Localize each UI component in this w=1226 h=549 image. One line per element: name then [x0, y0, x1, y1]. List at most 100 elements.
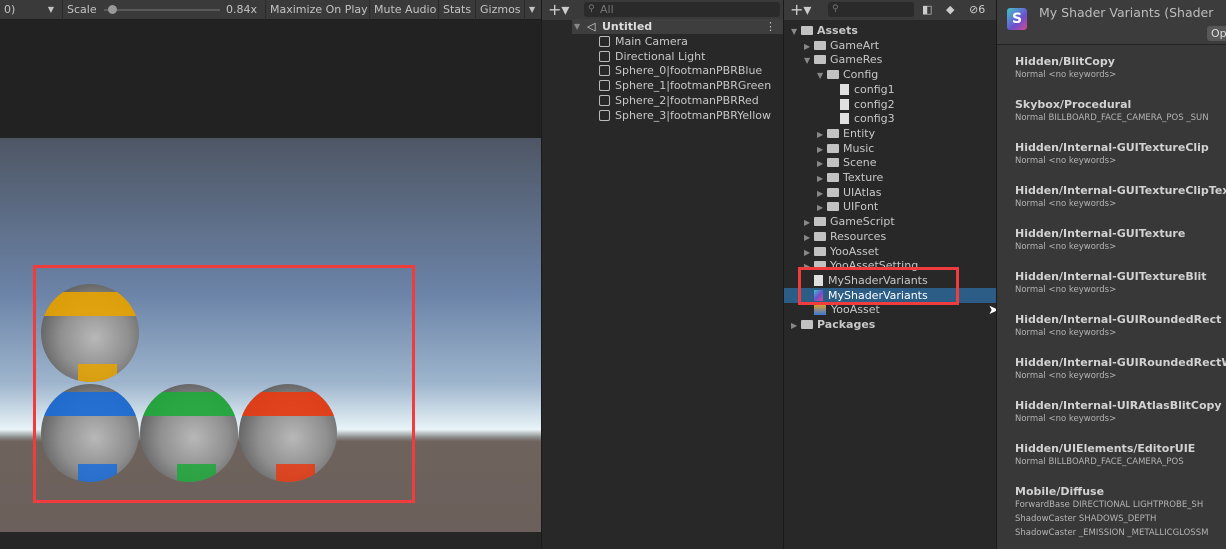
- hidden-packages-icon[interactable]: ⊘6: [969, 3, 985, 16]
- project-item[interactable]: config3: [830, 111, 895, 126]
- highlight-box: [798, 267, 959, 305]
- open-button[interactable]: Op: [1207, 26, 1226, 41]
- add-icon[interactable]: +▾: [790, 0, 811, 19]
- project-item-label: config1: [854, 82, 895, 96]
- hierarchy-item[interactable]: Sphere_3|footmanPBRYellow: [599, 108, 771, 123]
- project-item[interactable]: ▼ Config: [817, 67, 878, 82]
- folder-icon: [827, 202, 839, 212]
- project-item[interactable]: ▶ Packages: [791, 317, 875, 332]
- project-search-input[interactable]: ⚲: [828, 2, 914, 17]
- stats-button[interactable]: Stats: [438, 0, 475, 20]
- scale-label: Scale: [62, 0, 101, 20]
- project-item[interactable]: ▶ YooAsset: [804, 244, 879, 259]
- project-item[interactable]: ▶ GameArt: [804, 38, 879, 53]
- hierarchy-item-label: Sphere_2|footmanPBRRed: [615, 93, 759, 107]
- project-item[interactable]: ▶ UIFont: [817, 199, 878, 214]
- hierarchy-search-input[interactable]: ⚲ All: [584, 2, 780, 17]
- variant-keywords: Normal <no keywords>: [1015, 371, 1117, 381]
- hierarchy-toolbar: +▾ ⚲ All: [542, 0, 784, 20]
- project-item[interactable]: config1: [830, 82, 895, 97]
- gameobject-cube-icon: [599, 80, 610, 92]
- variant-keywords: Normal <no keywords>: [1015, 156, 1117, 166]
- game-footer: [0, 532, 541, 549]
- shader-name: Mobile/Diffuse: [1015, 485, 1105, 498]
- filter-type-icon[interactable]: ◧: [922, 3, 932, 16]
- project-item-label: config3: [854, 112, 895, 126]
- inspector-header: S My Shader Variants (Shader Op: [997, 0, 1226, 45]
- project-item-label: UIFont: [843, 200, 879, 214]
- variant-keywords: Normal <no keywords>: [1015, 285, 1117, 295]
- shader-name: Hidden/BlitCopy: [1015, 55, 1115, 68]
- inspector-title: My Shader Variants (Shader: [1039, 5, 1214, 20]
- scale-slider[interactable]: [104, 9, 220, 11]
- more-options-icon[interactable]: ⋮: [765, 19, 776, 34]
- hierarchy-item[interactable]: Sphere_2|footmanPBRRed: [599, 93, 759, 108]
- gizmos-dropdown-icon[interactable]: ▼: [524, 0, 539, 20]
- scale-slider-handle[interactable]: [107, 5, 117, 14]
- variant-keywords: ForwardBase DIRECTIONAL LIGHTPROBE_SH: [1015, 500, 1204, 510]
- project-item-label: GameRes: [830, 53, 883, 67]
- hierarchy-item[interactable]: Sphere_0|footmanPBRBlue: [599, 63, 762, 78]
- folder-icon: [827, 143, 839, 153]
- search-icon: ⚲: [832, 4, 839, 14]
- expand-arrow-icon[interactable]: ▼: [817, 68, 827, 83]
- project-item[interactable]: ▶ Texture: [817, 170, 883, 185]
- project-item[interactable]: config2: [830, 97, 895, 112]
- hierarchy-item[interactable]: Directional Light: [599, 49, 705, 64]
- shader-name: Hidden/Internal-GUITextureClip: [1015, 141, 1209, 154]
- variant-keywords: Normal <no keywords>: [1015, 242, 1117, 252]
- add-icon[interactable]: +▾: [548, 0, 569, 19]
- project-item-label: GameScript: [830, 215, 895, 229]
- folder-icon: [827, 158, 839, 168]
- label-tag-icon[interactable]: ◆: [946, 3, 954, 16]
- folder-icon: [814, 231, 826, 241]
- variant-keywords: ShadowCaster _EMISSION _METALLICGLOSSM: [1015, 528, 1209, 538]
- project-item[interactable]: ▶ GameScript: [804, 214, 895, 229]
- project-item[interactable]: ▶ Music: [817, 141, 874, 156]
- gameobject-cube-icon: [599, 50, 610, 62]
- gizmos-button[interactable]: Gizmos: [475, 0, 525, 20]
- variant-keywords: Normal <no keywords>: [1015, 328, 1117, 338]
- project-item[interactable]: ▶ Resources: [804, 229, 886, 244]
- hierarchy-item-label: Sphere_0|footmanPBRBlue: [615, 64, 763, 78]
- shader-name: Hidden/Internal-GUITextureBlit: [1015, 270, 1207, 283]
- maximize-on-play-button[interactable]: Maximize On Play: [265, 0, 372, 20]
- folder-icon: [827, 128, 839, 138]
- hierarchy-item-label: Sphere_1|footmanPBRGreen: [615, 79, 772, 93]
- project-item-label: YooAsset: [830, 244, 879, 258]
- project-item-label: YooAsset: [831, 303, 880, 317]
- hidden-count: 6: [978, 3, 986, 16]
- highlight-box: [33, 265, 415, 503]
- hierarchy-item-label: Main Camera: [615, 35, 688, 48]
- project-item[interactable]: ▶ Entity: [817, 126, 875, 141]
- expand-arrow-icon[interactable]: ▶: [791, 318, 801, 333]
- folder-icon: [814, 246, 826, 256]
- expand-arrow-icon[interactable]: ▼: [804, 53, 814, 68]
- project-item-label: Music: [843, 141, 875, 155]
- project-item[interactable]: ▶ UIAtlas: [817, 185, 881, 200]
- project-item[interactable]: ▼ Assets: [791, 23, 858, 38]
- scale-value: 0.84x: [226, 3, 258, 16]
- project-item-label: UIAtlas: [843, 185, 882, 199]
- display-dropdown[interactable]: 0) ▼: [0, 0, 58, 20]
- scene-row[interactable]: ▼ ◁ Untitled ⋮: [572, 19, 784, 34]
- expand-arrow-icon[interactable]: ▼: [791, 24, 801, 39]
- mute-audio-button[interactable]: Mute Audio: [369, 0, 440, 20]
- folder-icon: [827, 173, 839, 182]
- game-view: 0) ▼ Scale 0.84x Maximize On Play Mute Au…: [0, 0, 541, 549]
- folder-icon: [814, 217, 826, 227]
- project-item[interactable]: ▶ Scene: [817, 155, 877, 170]
- expand-arrow-icon[interactable]: ▼: [574, 19, 580, 34]
- hierarchy-item[interactable]: Main Camera: [599, 34, 688, 49]
- project-item-label: GameArt: [830, 38, 880, 52]
- folder-open-icon: [814, 55, 826, 65]
- hierarchy-item[interactable]: Sphere_1|footmanPBRGreen: [599, 78, 771, 93]
- shader-name: Hidden/Internal-GUIRoundedRect: [1015, 313, 1222, 326]
- project-item[interactable]: ▼ GameRes: [804, 52, 882, 67]
- inspector-panel: S My Shader Variants (Shader Op Hidden/B…: [996, 0, 1226, 549]
- folder-icon: [801, 320, 813, 329]
- scene-name: Untitled: [602, 20, 653, 33]
- project-item-label: Packages: [817, 318, 876, 331]
- folder-icon: [827, 187, 839, 197]
- project-item-label: Resources: [830, 229, 887, 243]
